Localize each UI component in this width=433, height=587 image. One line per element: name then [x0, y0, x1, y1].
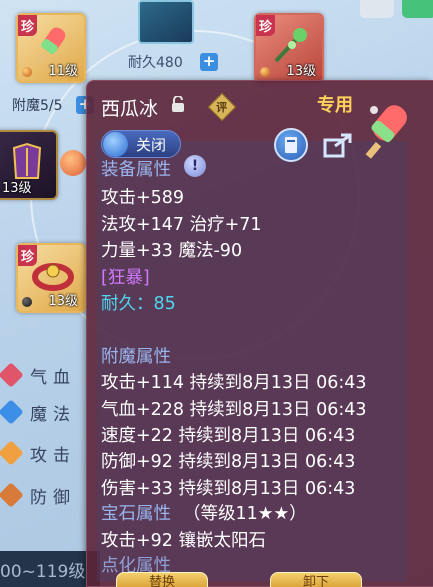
enchant-header: 附魔属性: [101, 347, 171, 367]
unequip-button[interactable]: 卸下: [270, 572, 362, 587]
equip-slot-armor[interactable]: 13级: [0, 130, 58, 200]
gem-header: 宝石属性: [101, 504, 171, 524]
unlock-icon[interactable]: [171, 96, 185, 112]
attr-line: 攻击+589: [101, 188, 185, 208]
equip-slot-weapon[interactable]: 珍 11级: [16, 13, 86, 83]
popsicle-icon: [34, 27, 66, 65]
special-effect: [狂暴]: [101, 268, 150, 288]
stat-mp: 魔法: [0, 399, 82, 425]
level-range-bar: 00~119级: [0, 551, 100, 587]
replace-button[interactable]: 替换: [116, 572, 208, 587]
equip-slot-belt[interactable]: 珍 13级: [16, 243, 86, 313]
toggle-label: 关闭: [136, 136, 167, 154]
popsicle-item-icon: [365, 105, 407, 159]
gem-icon: [260, 67, 270, 77]
lock-toggle[interactable]: 关闭: [101, 130, 181, 158]
equip-slot-staff[interactable]: 珍 13级: [254, 13, 324, 83]
exclusive-label: 专用: [317, 95, 353, 116]
slot-level: 11级: [48, 64, 78, 79]
share-icon[interactable]: [323, 132, 353, 158]
stat-atk: 攻击: [0, 440, 82, 466]
attr-line: 力量+33 魔法-90: [101, 241, 243, 261]
enchant-line: 气血+228 持续到8月13日 06:43: [101, 400, 367, 420]
gem-level: （等级11★★）: [183, 504, 307, 524]
enchant-count-label: 附魔5/5: [12, 98, 63, 114]
item-name: 西瓜冰: [101, 98, 159, 120]
info-icon[interactable]: !: [184, 155, 206, 177]
heart-icon: [0, 362, 24, 388]
sword-icon: [0, 440, 24, 466]
green-tab-icon[interactable]: [402, 0, 433, 18]
shield-icon: [0, 482, 24, 508]
repair-plus-button[interactable]: +: [200, 53, 218, 71]
red-belt-icon: [32, 263, 74, 291]
enchant-line: 速度+22 持续到8月13日 06:43: [101, 426, 356, 446]
gem-icon: [22, 67, 32, 77]
menu-icon[interactable]: [360, 0, 394, 18]
shield-badge-icon: [60, 150, 86, 176]
mana-icon: [0, 399, 24, 425]
slot-level: 13级: [286, 64, 316, 79]
green-staff-icon: [274, 28, 307, 63]
book-icon: [285, 137, 297, 153]
gem-attr: 攻击+92 镶嵌太阳石: [101, 531, 266, 551]
enchant-line: 攻击+114 持续到8月13日 06:43: [101, 373, 367, 393]
durability-value: 耐久：85: [101, 294, 176, 314]
stat-hp: 气血: [0, 362, 82, 388]
enchant-line: 防御+92 持续到8月13日 06:43: [101, 452, 356, 472]
slot-level: 13级: [48, 294, 78, 309]
toggle-knob: [103, 132, 128, 157]
gem-icon: [22, 297, 32, 307]
durability-label: 耐久480: [128, 55, 183, 71]
level-range-text: 00~119级: [0, 562, 86, 582]
equip-attr-header: 装备属性: [101, 160, 171, 180]
slot-level: 13级: [2, 181, 32, 196]
book-button[interactable]: [274, 128, 308, 162]
attr-line: 法攻+147 治疗+71: [101, 215, 262, 235]
armor-icon: [12, 142, 42, 179]
enchant-line: 伤害+33 持续到8月13日 06:43: [101, 479, 356, 499]
center-item-art: [138, 0, 194, 44]
stat-def: 防御: [0, 482, 82, 508]
